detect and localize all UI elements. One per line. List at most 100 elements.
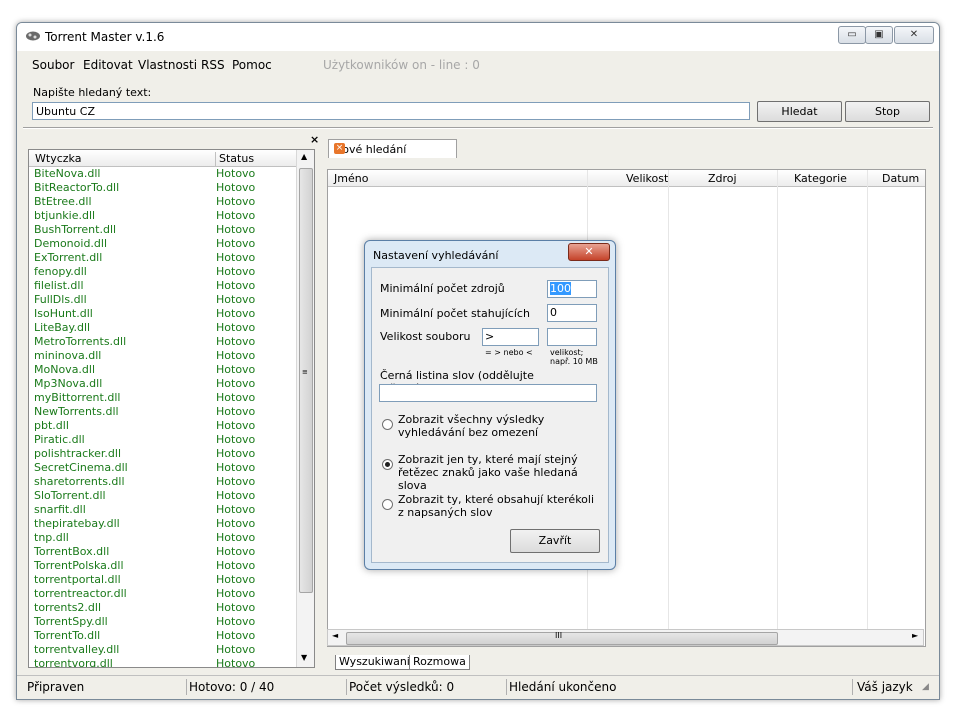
plugin-name: torrentreactor.dll	[34, 587, 127, 600]
column-header-plugin[interactable]: Wtyczka	[35, 152, 81, 165]
scroll-down-icon[interactable]: ▼	[301, 653, 307, 662]
radio-exact-match[interactable]	[382, 459, 393, 470]
table-row[interactable]: snarfit.dll Hotovo	[29, 503, 297, 517]
table-row[interactable]: filelist.dll Hotovo	[29, 279, 297, 293]
plugin-status: Hotovo	[216, 517, 256, 530]
min-downloaders-input[interactable]: 0	[547, 304, 597, 322]
table-row[interactable]: TorrentBox.dll Hotovo	[29, 545, 297, 559]
app-logo-icon	[26, 31, 40, 41]
plugin-status: Hotovo	[216, 545, 256, 558]
close-pane-icon[interactable]: ×	[310, 133, 319, 146]
table-row[interactable]: torrentvalley.dll Hotovo	[29, 643, 297, 657]
close-window-button[interactable]: ✕	[894, 26, 934, 44]
dialog-close-button[interactable]: ✕	[568, 243, 610, 261]
table-row[interactable]: MetroTorrents.dll Hotovo	[29, 335, 297, 349]
table-row[interactable]: fenopy.dll Hotovo	[29, 265, 297, 279]
column-header-status[interactable]: Status	[215, 152, 254, 166]
table-row[interactable]: mininova.dll Hotovo	[29, 349, 297, 363]
menu-editovat[interactable]: Editovat	[83, 58, 133, 72]
table-row[interactable]: TorrentPolska.dll Hotovo	[29, 559, 297, 573]
dialog-title: Nastavení vyhledávání	[373, 249, 499, 262]
table-row[interactable]: FullDls.dll Hotovo	[29, 293, 297, 307]
plugin-status: Hotovo	[216, 531, 256, 544]
table-row[interactable]: Mp3Nova.dll Hotovo	[29, 377, 297, 391]
menu-vlastnosti[interactable]: Vlastnosti	[138, 58, 197, 72]
table-row[interactable]: IsoHunt.dll Hotovo	[29, 307, 297, 321]
menu-pomoc[interactable]: Pomoc	[232, 58, 272, 72]
plugin-name: torrents2.dll	[34, 601, 102, 614]
resize-grip-icon[interactable]: ◢	[922, 682, 929, 692]
table-row[interactable]: LiteBay.dll Hotovo	[29, 321, 297, 335]
plugin-name: TorrentTo.dll	[34, 629, 101, 642]
tab-rozmowa[interactable]: Rozmowa	[409, 655, 470, 670]
column-header-size[interactable]: Velikost	[626, 172, 668, 185]
hscroll-thumb[interactable]: III	[346, 631, 778, 645]
column-header-category[interactable]: Kategorie	[794, 172, 847, 185]
table-row[interactable]: Piratic.dll Hotovo	[29, 433, 297, 447]
menu-soubor[interactable]: Soubor	[32, 58, 74, 72]
scrollbar-thumb[interactable]: ≡	[299, 168, 313, 593]
table-row[interactable]: SecretCinema.dll Hotovo	[29, 461, 297, 475]
table-row[interactable]: myBittorrent.dll Hotovo	[29, 391, 297, 405]
table-row[interactable]: BushTorrent.dll Hotovo	[29, 223, 297, 237]
status-results: Počet výsledků: 0	[345, 679, 507, 695]
min-sources-input[interactable]: 100	[547, 280, 597, 298]
table-row[interactable]: pbt.dll Hotovo	[29, 419, 297, 433]
plugin-status: Hotovo	[216, 601, 256, 614]
column-header-date[interactable]: Datum	[882, 172, 919, 185]
plugin-status: Hotovo	[216, 433, 256, 446]
size-value-input[interactable]	[547, 328, 597, 346]
plugin-list-scrollbar[interactable]: ▲ ≡ ▼	[296, 150, 314, 667]
table-row[interactable]: thepiratebay.dll Hotovo	[29, 517, 297, 531]
plugin-name: IsoHunt.dll	[34, 307, 93, 320]
plugin-status: Hotovo	[216, 181, 256, 194]
table-row[interactable]: torrentreactor.dll Hotovo	[29, 587, 297, 601]
plugin-name: LiteBay.dll	[34, 321, 91, 334]
table-row[interactable]: ExTorrent.dll Hotovo	[29, 251, 297, 265]
table-row[interactable]: TorrentSpy.dll Hotovo	[29, 615, 297, 629]
size-operator-input[interactable]: >	[482, 328, 539, 346]
table-row[interactable]: TorrentTo.dll Hotovo	[29, 629, 297, 643]
table-row[interactable]: torrentvorg.dll Hotovo	[29, 657, 297, 667]
table-row[interactable]: torrentportal.dll Hotovo	[29, 573, 297, 587]
plugin-status: Hotovo	[216, 447, 256, 460]
blacklist-input[interactable]	[379, 384, 597, 402]
stop-button[interactable]: Stop	[845, 101, 930, 122]
table-row[interactable]: BiteNova.dll Hotovo	[29, 167, 297, 181]
radio-show-all[interactable]	[382, 419, 393, 430]
search-input[interactable]	[32, 102, 750, 120]
scroll-right-icon[interactable]: ►	[912, 631, 918, 640]
close-tab-icon[interactable]: ×	[334, 143, 345, 154]
table-row[interactable]: torrents2.dll Hotovo	[29, 601, 297, 615]
search-button[interactable]: Hledat	[757, 101, 842, 122]
table-row[interactable]: Demonoid.dll Hotovo	[29, 237, 297, 251]
plugin-name: Piratic.dll	[34, 433, 85, 446]
plugin-name: tnp.dll	[34, 531, 69, 544]
table-row[interactable]: NewTorrents.dll Hotovo	[29, 405, 297, 419]
dialog-close-btn[interactable]: Zavřít	[510, 529, 600, 553]
table-row[interactable]: sharetorrents.dll Hotovo	[29, 475, 297, 489]
maximize-button[interactable]: ▣	[865, 26, 893, 44]
column-header-source[interactable]: Zdroj	[708, 172, 737, 185]
tab-wyszukiwanie[interactable]: Wyszukiwanie	[335, 655, 421, 670]
plugin-status: Hotovo	[216, 349, 256, 362]
tab-new-search[interactable]: Nové hledání ×	[328, 139, 457, 158]
menu-rss[interactable]: RSS	[201, 58, 225, 72]
table-row[interactable]: BtEtree.dll Hotovo	[29, 195, 297, 209]
plugin-name: mininova.dll	[34, 349, 102, 362]
table-row[interactable]: polishtracker.dll Hotovo	[29, 447, 297, 461]
minimize-button[interactable]: ▭	[838, 26, 866, 44]
plugin-name: btjunkie.dll	[34, 209, 96, 222]
table-row[interactable]: tnp.dll Hotovo	[29, 531, 297, 545]
grip-icon: ≡	[302, 368, 308, 376]
radio-any-word[interactable]	[382, 499, 393, 510]
scroll-up-icon[interactable]: ▲	[301, 152, 307, 161]
table-row[interactable]: BitReactorTo.dll Hotovo	[29, 181, 297, 195]
table-row[interactable]: SloTorrent.dll Hotovo	[29, 489, 297, 503]
column-header-name[interactable]: Jméno	[334, 172, 368, 185]
search-settings-dialog: Nastavení vyhledávání ✕ Minimální počet …	[364, 240, 616, 570]
table-row[interactable]: btjunkie.dll Hotovo	[29, 209, 297, 223]
scroll-left-icon[interactable]: ◄	[332, 631, 338, 640]
table-row[interactable]: MoNova.dll Hotovo	[29, 363, 297, 377]
results-hscrollbar[interactable]: ◄ III ►	[327, 629, 924, 646]
